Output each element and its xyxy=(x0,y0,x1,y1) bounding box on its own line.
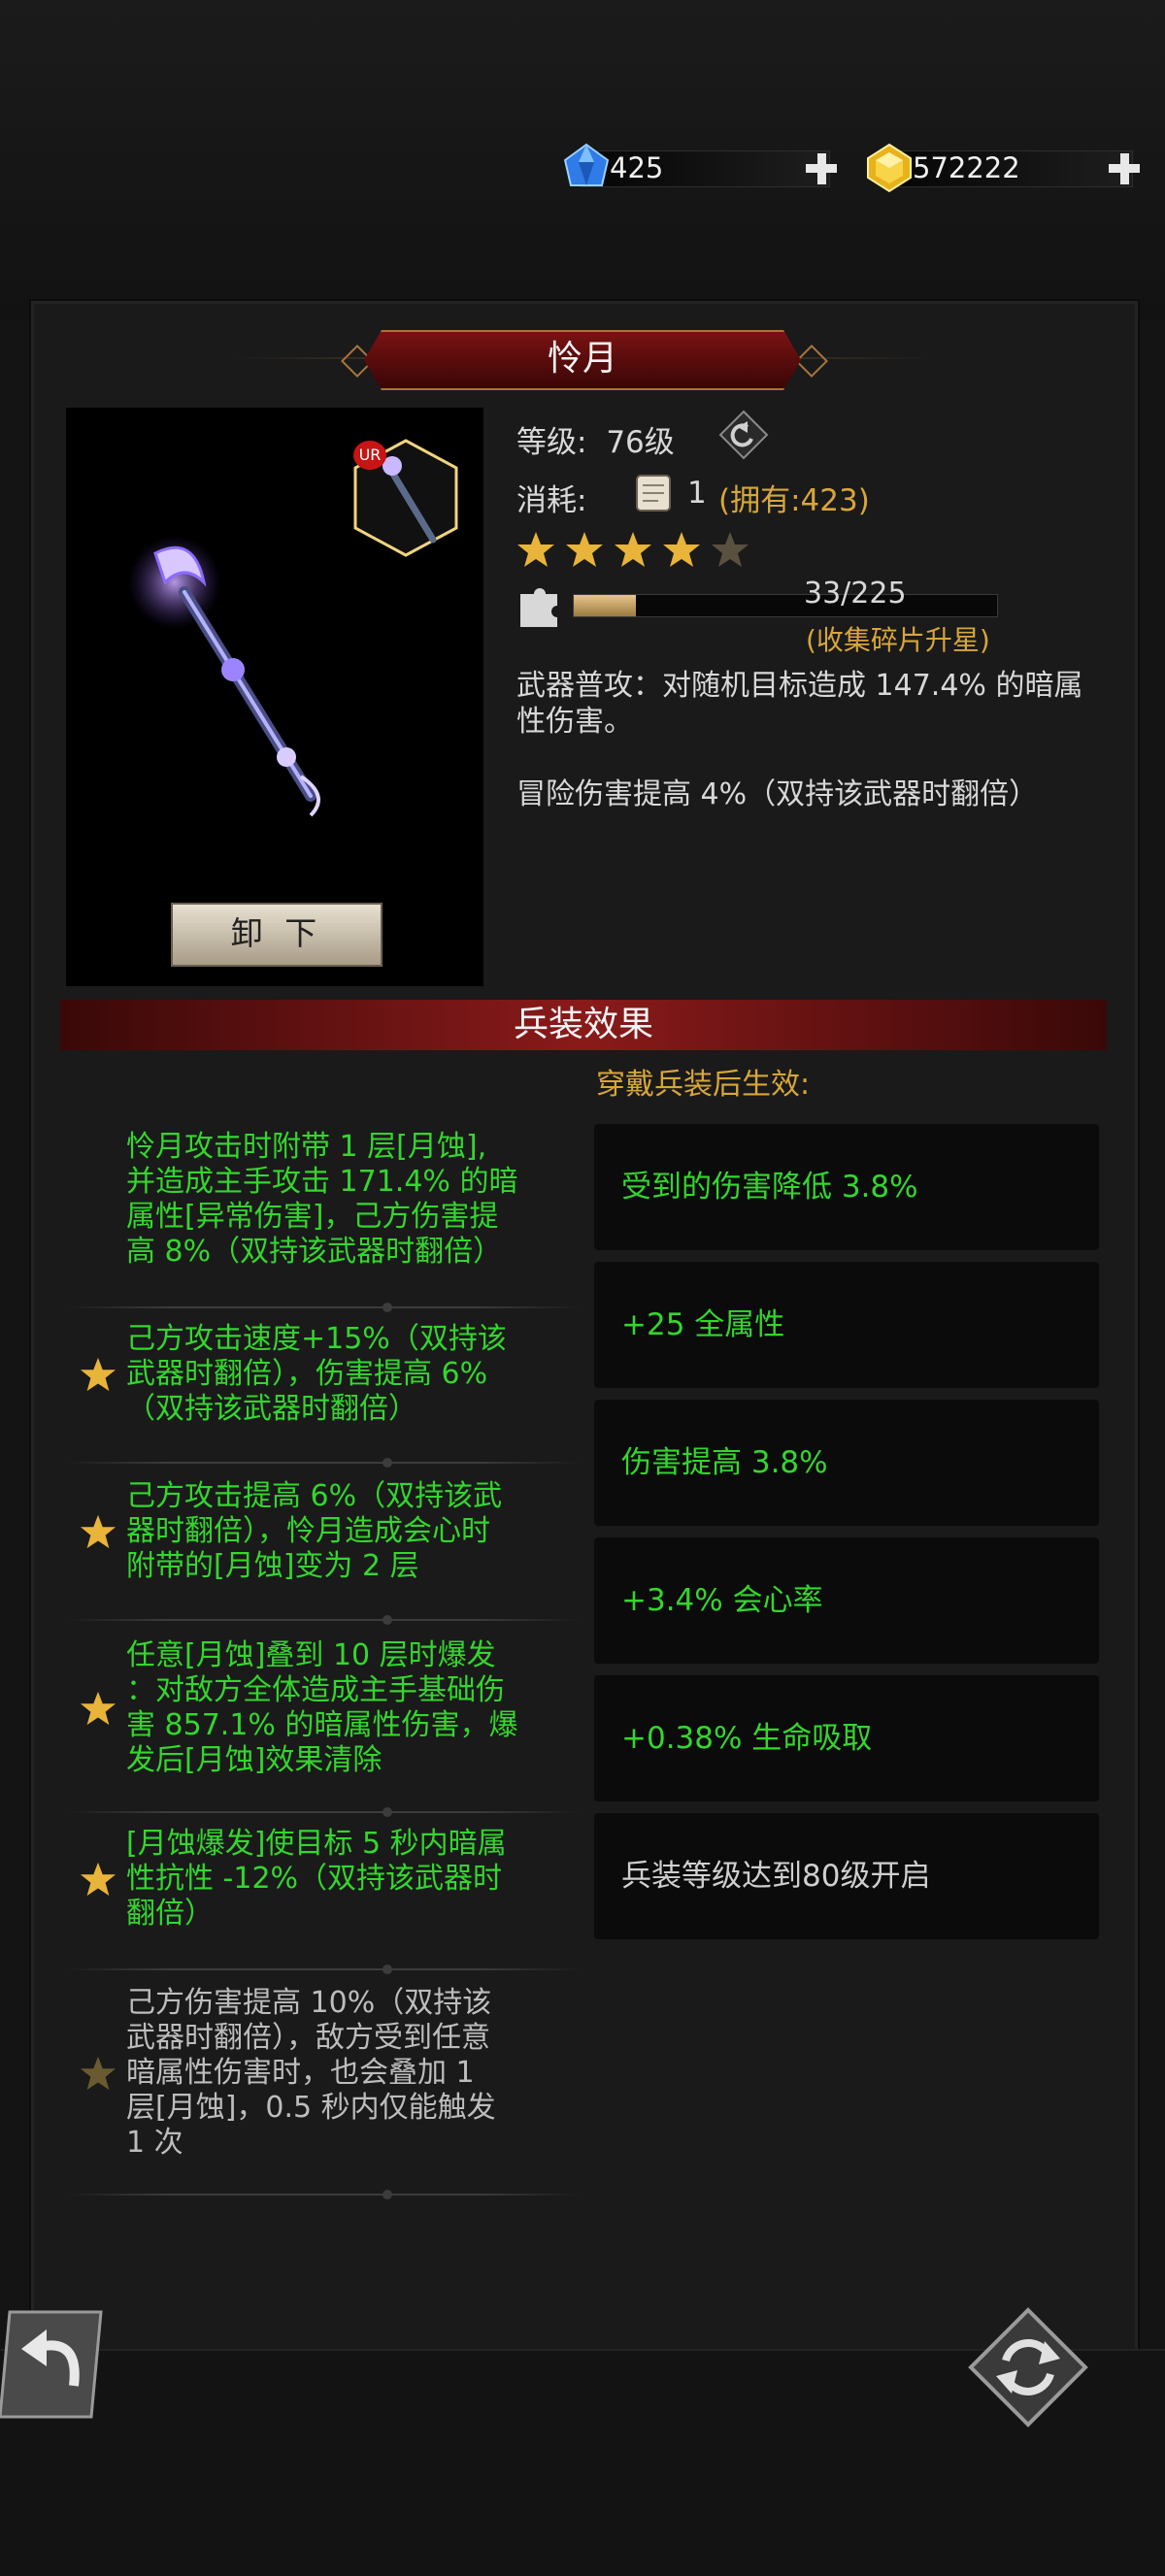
attribute-bonus-box: +0.38% 生命吸取 xyxy=(594,1675,1099,1801)
effect-item-text: 任意[月蚀]叠到 10 层时爆发 ：对敌方全体造成主手基础伤害 857.1% 的暗… xyxy=(126,1638,582,1778)
star-filled-icon xyxy=(516,530,555,569)
attribute-bonus-text: +3.4% 会心率 xyxy=(621,1583,823,1618)
effect-line: 附带的[月蚀]变为 2 层 xyxy=(126,1549,419,1583)
right-effects-header: 穿戴兵装后生效: xyxy=(596,1068,811,1102)
blue-gem-icon xyxy=(559,141,614,195)
weapon-rarity-hex-icon: UR xyxy=(350,437,462,563)
scroll-icon xyxy=(631,470,676,514)
attribute-bonus-text: 伤害提高 3.8% xyxy=(621,1445,828,1480)
weapon-name: 怜月 xyxy=(547,339,617,379)
effect-line: 器时翻倍），怜月造成会心时 xyxy=(126,1514,490,1548)
attribute-bonus-text: 受到的伤害降低 3.8% xyxy=(621,1170,918,1205)
divider-dot xyxy=(383,1807,392,1817)
effect-line: 任意[月蚀]叠到 10 层时爆发 xyxy=(126,1638,496,1672)
passive-description: 冒险伤害提高 4%（双持该武器时翻倍） xyxy=(516,777,1039,811)
back-button[interactable] xyxy=(0,2308,107,2425)
effect-line: 武器时翻倍），敌方受到任意 xyxy=(126,2021,490,2055)
divider-dot xyxy=(383,1303,392,1312)
star-icon xyxy=(80,2055,116,2092)
star-filled-icon xyxy=(662,530,701,569)
effect-item-text: 己方攻击提高 6%（双持该武 器时翻倍），怜月造成会心时 附带的[月蚀]变为 2 层 xyxy=(126,1479,582,1584)
divider-dot xyxy=(383,1458,392,1468)
divider-dot xyxy=(383,1615,392,1625)
swap-icon[interactable] xyxy=(718,410,769,460)
effect-line: 己方攻击速度+15%（双持该 xyxy=(126,1322,507,1356)
refresh-button[interactable] xyxy=(967,2306,1089,2428)
back-arrow-icon xyxy=(0,2310,103,2419)
diamond-amount: 425 xyxy=(610,151,664,184)
effect-line: 高 8%（双持该武器时翻倍） xyxy=(126,1235,503,1269)
effect-line: 己方伤害提高 10%（双持该 xyxy=(126,1986,492,2020)
level-label: 等级: xyxy=(516,425,587,460)
star-filled-icon xyxy=(565,530,604,569)
cost-owned: (拥有:423) xyxy=(718,483,870,518)
effect-divider xyxy=(66,1303,581,1312)
rarity-badge: UR xyxy=(353,441,386,470)
star-icon xyxy=(80,1356,116,1393)
gold-currency: 572222 xyxy=(862,141,1144,195)
attribute-bonus-text: 兵装等级达到80级开启 xyxy=(621,1859,931,1894)
effect-line: 属性[异常伤害]，己方伤害提 xyxy=(126,1200,499,1234)
cost-row: 消耗: xyxy=(516,476,586,519)
gold-gem-icon xyxy=(862,141,916,195)
effect-item-text: 己方伤害提高 10%（双持该 武器时翻倍），敌方受到任意 暗属性伤害时，也会叠加 1… xyxy=(126,1986,582,2161)
effect-line: （双持该武器时翻倍） xyxy=(126,1392,417,1426)
star-icon xyxy=(80,1690,116,1727)
effect-line: 己方攻击提高 6%（双持该武 xyxy=(126,1479,503,1513)
effect-line: 发后[月蚀]效果清除 xyxy=(126,1743,383,1777)
shard-progress-text: 33/225 xyxy=(804,577,907,611)
staff-weapon-image xyxy=(128,536,320,817)
refresh-icon xyxy=(968,2307,1088,2427)
shard-progress-bar xyxy=(573,594,998,617)
effect-line: 害 857.1% 的暗属性伤害，爆 xyxy=(126,1708,518,1742)
attribute-bonus-text: +0.38% 生命吸取 xyxy=(621,1721,873,1756)
effect-line: ：对敌方全体造成主手基础伤 xyxy=(126,1673,505,1707)
shard-progress-fill xyxy=(574,595,636,616)
effect-item-text: 己方攻击速度+15%（双持该 武器时翻倍），伤害提高 6% （双持该武器时翻倍） xyxy=(126,1322,582,1427)
star-icon xyxy=(80,1513,116,1550)
attribute-bonus-box: +25 全属性 xyxy=(594,1262,1099,1388)
level-value: 76级 xyxy=(606,425,675,460)
effect-line: 翻倍） xyxy=(126,1897,214,1931)
star-filled-icon xyxy=(614,530,652,569)
effect-line: 怜月攻击时附带 1 层[月蚀], xyxy=(126,1130,487,1164)
add-gold-button[interactable] xyxy=(1105,149,1144,188)
effect-line: [月蚀爆发]使目标 5 秒内暗属 xyxy=(126,1827,507,1861)
level-row: 等级: 76级 xyxy=(516,417,675,461)
attribute-bonus-box: 兵装等级达到80级开启 xyxy=(594,1813,1099,1939)
unequip-button[interactable]: 卸 下 xyxy=(171,903,383,967)
effect-divider xyxy=(66,1807,581,1817)
attribute-bonus-box: +3.4% 会心率 xyxy=(594,1537,1099,1664)
effect-line: 1 次 xyxy=(126,2126,183,2160)
effect-line: 并造成主手攻击 171.4% 的暗 xyxy=(126,1165,518,1199)
effect-divider xyxy=(66,2190,581,2199)
effect-divider xyxy=(66,1965,581,1974)
divider-dot xyxy=(383,2190,392,2199)
attack-description: 武器普攻：对随机目标造成 147.4% 的暗属性伤害。 xyxy=(516,669,1083,739)
effects-header: 兵装效果 xyxy=(60,1000,1107,1050)
star-icon xyxy=(80,1861,116,1898)
attribute-bonus-box: 受到的伤害降低 3.8% xyxy=(594,1124,1099,1250)
diamond-currency: 425 xyxy=(559,141,841,195)
cost-label: 消耗: xyxy=(516,483,587,518)
add-diamond-button[interactable] xyxy=(802,149,841,188)
effect-line: 暗属性伤害时，也会叠加 1 xyxy=(126,2056,475,2090)
effect-divider xyxy=(66,1458,581,1468)
effect-line: 性抗性 -12%（双持该武器时 xyxy=(126,1862,503,1896)
attribute-bonus-text: +25 全属性 xyxy=(621,1307,785,1342)
effect-line: 层[月蚀]，0.5 秒内仅能触发 xyxy=(126,2091,496,2125)
cost-amount: 1 xyxy=(687,476,707,511)
puzzle-icon xyxy=(515,580,565,631)
shard-hint: (收集碎片升星) xyxy=(806,624,990,656)
attribute-bonus-box: 伤害提高 3.8% xyxy=(594,1400,1099,1526)
effect-divider xyxy=(66,1615,581,1625)
effect-item-text: [月蚀爆发]使目标 5 秒内暗属 性抗性 -12%（双持该武器时 翻倍） xyxy=(126,1827,582,1932)
star-empty-icon xyxy=(711,530,749,569)
effect-line: 武器时翻倍），伤害提高 6% xyxy=(126,1357,488,1391)
gold-amount: 572222 xyxy=(913,151,1020,184)
effect-item-text: 怜月攻击时附带 1 层[月蚀], 并造成主手攻击 171.4% 的暗 属性[异常伤害… xyxy=(126,1130,582,1270)
divider-dot xyxy=(383,1965,392,1974)
